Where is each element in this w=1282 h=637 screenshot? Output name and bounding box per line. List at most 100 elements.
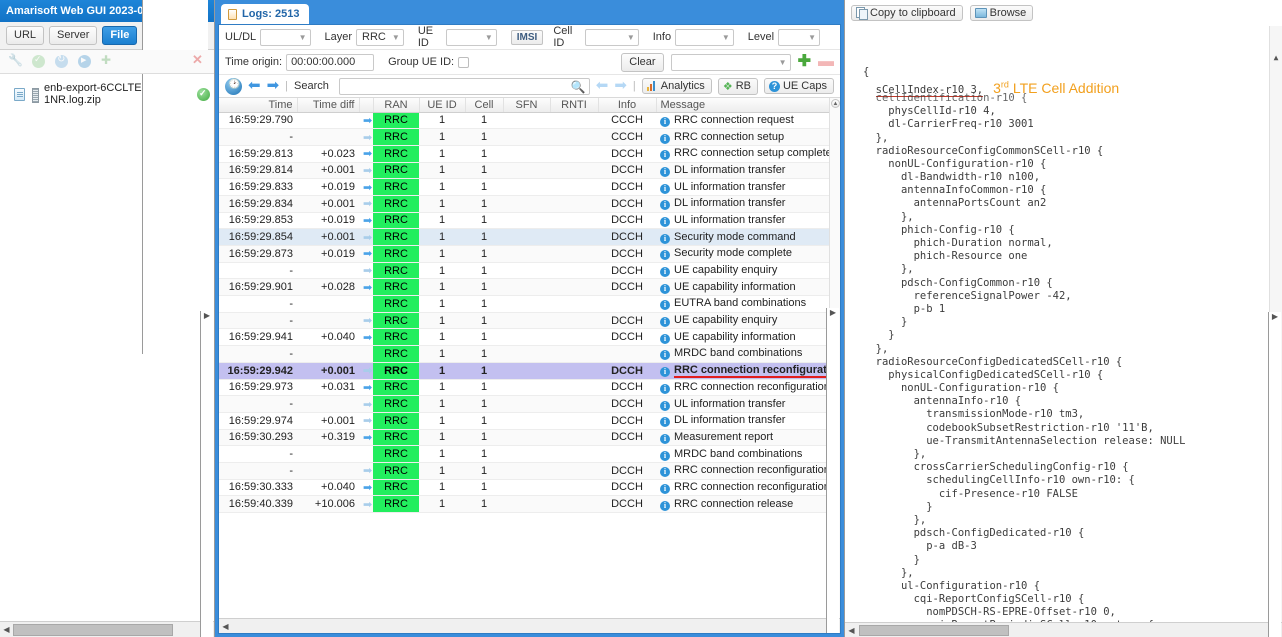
table-row[interactable]: - RRC 1 1 i EUTRA band combinations: [219, 295, 840, 313]
add-icon[interactable]: [101, 53, 114, 68]
table-row[interactable]: - ➡ RRC 1 1 DCCH i UE capability enquiry: [219, 312, 840, 330]
scrollbar-thumb[interactable]: [13, 624, 173, 636]
clear-button[interactable]: Clear: [621, 52, 664, 72]
table-row[interactable]: 16:59:29.854 +0.001 ➡ RRC 1 1 DCCH i Security mo…: [219, 228, 840, 246]
browse-button[interactable]: Browse: [969, 5, 1034, 21]
filter-label-uldl: UL/DL: [225, 31, 257, 43]
filter-select-info[interactable]: ▼: [675, 28, 734, 46]
scroll-up-icon[interactable]: ▲: [1270, 52, 1282, 64]
col-direction[interactable]: [359, 98, 374, 113]
table-row[interactable]: 16:59:30.333 +0.040 ➡ RRC 1 1 DCCH i RRC connect…: [219, 479, 840, 497]
cell-cell: 1: [465, 145, 503, 163]
filter-select-level[interactable]: ▼: [778, 28, 820, 46]
play-icon[interactable]: [78, 55, 91, 68]
copy-to-clipboard-button[interactable]: Copy to clipboard: [851, 5, 963, 21]
scroll-left-icon[interactable]: ◀: [845, 626, 858, 635]
ue-caps-button[interactable]: ? UE Caps: [763, 78, 834, 94]
detail-horizontal-scrollbar[interactable]: ◀ ▶: [845, 311, 1282, 637]
table-row[interactable]: 16:59:29.813 +0.023 ➡ RRC 1 1 DCCH i RRC connect…: [219, 145, 840, 163]
table-row[interactable]: - ➡ RRC 1 1 DCCH i RRC connection reconfigurati…: [219, 462, 840, 480]
filter-select-ueid[interactable]: ▼: [446, 28, 497, 46]
asn1-line: antennaInfoCommon-r10 {: [863, 184, 1282, 197]
sidebar-horizontal-scrollbar[interactable]: ◀ ▶: [0, 311, 214, 637]
cell-message-text: Security mode command: [674, 230, 796, 243]
table-row[interactable]: 16:59:40.339 +10.006 ➡ RRC 1 1 DCCH i RRC connec…: [219, 495, 840, 513]
search-input[interactable]: 🔍: [338, 77, 590, 95]
table-row[interactable]: 16:59:29.973 +0.031 ➡ RRC 1 1 DCCH i RRC connect…: [219, 379, 840, 397]
file-icon: [14, 87, 25, 101]
group-ue-checkbox[interactable]: [458, 56, 470, 68]
asn1-detail-text[interactable]: ▲ ▼ { sCellIndex-r10 3,3rd LTE Cell Addi…: [845, 26, 1282, 622]
rb-button[interactable]: ❖ RB: [717, 77, 758, 95]
col-message[interactable]: Message: [656, 98, 840, 113]
cell-message: i UE capability enquiry: [656, 312, 840, 330]
col-info[interactable]: Info: [598, 98, 657, 113]
scroll-left-icon[interactable]: ◀: [219, 622, 232, 631]
cell-direction: ➡: [359, 379, 373, 397]
table-row[interactable]: - ➡ RRC 1 1 CCCH i RRC connection setup: [219, 128, 840, 146]
table-row[interactable]: 16:59:29.833 +0.019 ➡ RRC 1 1 DCCH i UL informat…: [219, 178, 840, 196]
imsi-button[interactable]: IMSI: [510, 29, 544, 45]
refresh-icon[interactable]: [55, 54, 68, 68]
table-row[interactable]: 16:59:29.814 +0.001 ➡ RRC 1 1 DCCH i DL informat…: [219, 162, 840, 180]
search-next-icon[interactable]: ➡: [614, 78, 627, 93]
cell-sfn: [503, 479, 550, 497]
table-row[interactable]: 16:59:29.901 +0.028 ➡ RRC 1 1 DCCH i UE capabili…: [219, 278, 840, 297]
table-row[interactable]: 16:59:29.834 +0.001 ➡ RRC 1 1 DCCH i DL informat…: [219, 195, 840, 213]
table-row[interactable]: - ➡ RRC 1 1 DCCH i UL information transfer: [219, 395, 840, 413]
chevron-down-icon: ▼: [298, 32, 307, 42]
table-row[interactable]: 16:59:29.941 +0.040 ➡ RRC 1 1 DCCH i UE capabili…: [219, 328, 840, 347]
scroll-up-icon[interactable]: ▲: [831, 99, 840, 108]
tab-file[interactable]: File: [102, 26, 138, 45]
table-row[interactable]: 16:59:29.942 +0.001 ➡ RRC 1 1 DCCH i RRC connect…: [219, 362, 840, 380]
table-row[interactable]: 16:59:30.293 +0.319 ➡ RRC 1 1 DCCH i Measurement…: [219, 429, 840, 447]
col-time-diff[interactable]: Time diff: [297, 98, 360, 113]
col-cell[interactable]: Cell: [465, 98, 504, 113]
scrollbar-thumb[interactable]: [859, 625, 1009, 636]
time-reset-icon[interactable]: [225, 77, 242, 95]
cell-info: [598, 445, 656, 463]
asn1-line-text: schedulingCellInfo-r10 own-r10: {: [926, 474, 1135, 487]
divider: |: [632, 80, 636, 92]
time-origin-input[interactable]: 00:00:00.000: [286, 53, 375, 71]
table-row[interactable]: - RRC 1 1 i MRDC band combinations: [219, 445, 840, 463]
col-rnti[interactable]: RNTI: [550, 98, 599, 113]
scroll-right-icon[interactable]: ▶: [826, 307, 839, 633]
table-row[interactable]: - RRC 1 1 i MRDC band combinations: [219, 345, 840, 363]
nav-forward-icon[interactable]: ➡: [267, 78, 280, 93]
validate-icon[interactable]: [32, 54, 45, 68]
search-prev-icon[interactable]: ⬅: [596, 78, 609, 93]
tab-logs[interactable]: Logs: 2513: [221, 4, 310, 24]
close-icon[interactable]: [192, 52, 205, 68]
table-row[interactable]: 16:59:29.974 +0.001 ➡ RRC 1 1 DCCH i DL informat…: [219, 412, 840, 430]
tab-server[interactable]: Server: [49, 26, 98, 45]
table-row[interactable]: 16:59:29.853 +0.019 ➡ RRC 1 1 DCCH i UL informat…: [219, 212, 840, 230]
wrench-icon[interactable]: [8, 53, 23, 68]
scroll-left-icon[interactable]: ◀: [0, 625, 13, 634]
col-sfn[interactable]: SFN: [503, 98, 551, 113]
nav-back-icon[interactable]: ⬅: [248, 78, 261, 93]
col-ue-id[interactable]: UE ID: [419, 98, 466, 113]
cell-ue-id: 1: [419, 212, 465, 230]
col-time[interactable]: Time: [219, 98, 298, 113]
scroll-right-icon[interactable]: ▶: [1268, 311, 1281, 637]
preset-select[interactable]: ▼: [670, 53, 791, 71]
table-row[interactable]: - ➡ RRC 1 1 DCCH i UE capability enquiry: [219, 262, 840, 280]
table-row[interactable]: 16:59:29.873 +0.019 ➡ RRC 1 1 DCCH i Security mo…: [219, 245, 840, 263]
analytics-button[interactable]: Analytics: [641, 78, 712, 94]
scroll-right-icon[interactable]: ▶: [200, 311, 213, 637]
log-table-horizontal-scrollbar[interactable]: ◀ ▶: [219, 307, 840, 633]
table-row[interactable]: 16:59:29.790 ➡ RRC 1 1 CCCH i RRC connection re…: [219, 112, 840, 130]
filter-select-cellid[interactable]: ▼: [585, 28, 639, 46]
cell-ran: RRC: [373, 328, 419, 347]
filter-select-layer[interactable]: RRC ▼: [356, 28, 404, 46]
filter-select-uldl[interactable]: ▼: [260, 28, 311, 46]
asn1-line: },: [863, 567, 1282, 580]
tab-url[interactable]: URL: [6, 26, 45, 45]
chevron-down-icon: ▼: [391, 32, 400, 42]
binoculars-icon[interactable]: 🔍: [571, 80, 586, 94]
col-ran[interactable]: RAN: [373, 98, 420, 113]
cell-direction: ➡: [359, 395, 373, 413]
remove-preset-icon[interactable]: ▬: [818, 54, 834, 70]
add-preset-icon[interactable]: ✚: [798, 54, 811, 70]
